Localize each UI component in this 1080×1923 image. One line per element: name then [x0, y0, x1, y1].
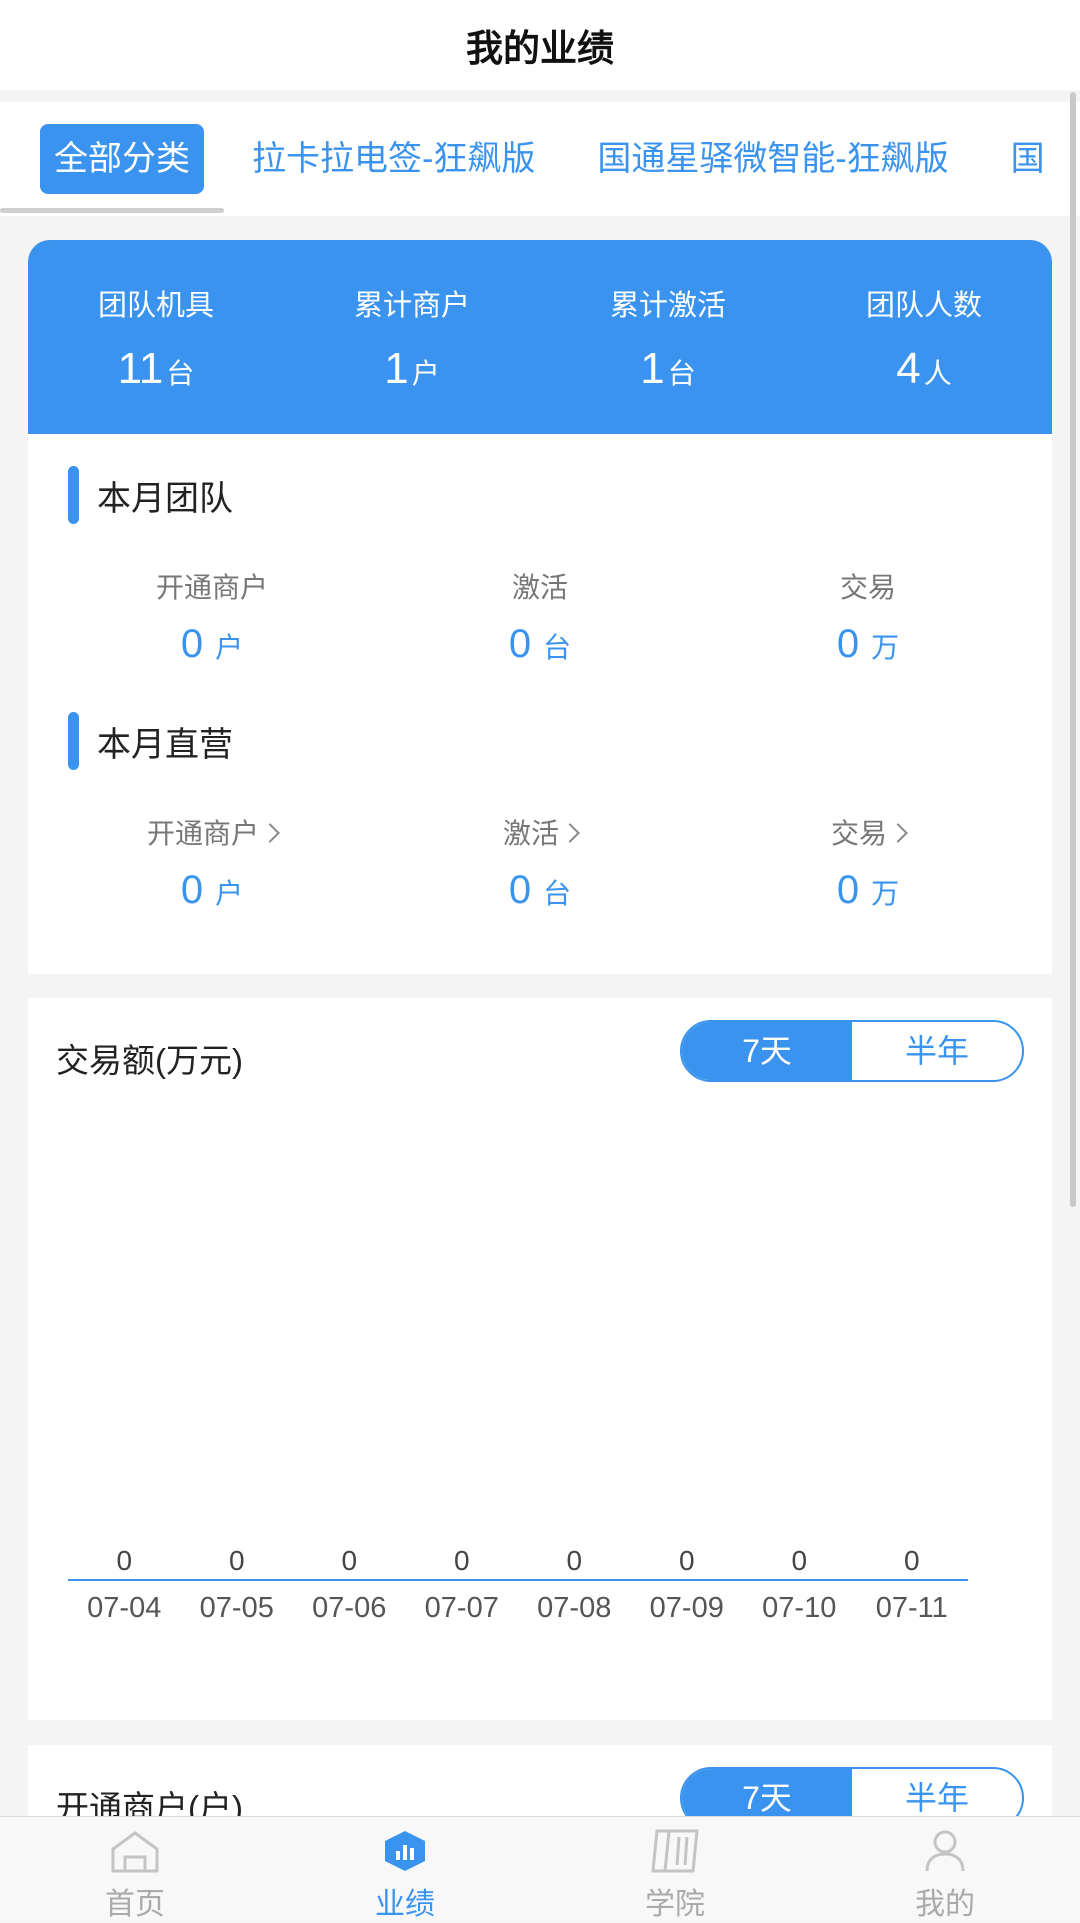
team-month-metrics: 开通商户 0户 激活 0台 交易 0万 [28, 566, 1052, 667]
stat-unit: 人 [923, 358, 952, 389]
chart-x-tick-label: 07-08 [537, 1592, 611, 1624]
direct-month-metrics: 开通商户 0户 激活 0台 交易 0万 [28, 812, 1052, 913]
bottom-navigation: 首页 业绩 学院 我的 [0, 1816, 1080, 1921]
transaction-chart-card: 0 07-04 0 07-05 0 07-06 0 07-07 0 07-08 0 07-09 0 07-… [28, 998, 1052, 1720]
tab-guotong[interactable]: 国通星驿微智能-狂飙版 [583, 124, 962, 194]
metric-transactions: 交易 0万 [704, 566, 1032, 667]
nav-label: 首页 [105, 1888, 165, 1921]
section-title: 本月团队 [97, 479, 233, 518]
metric-value: 0 [836, 868, 860, 912]
metric-unit: 台 [543, 632, 572, 663]
stat-value: 1 [640, 344, 665, 393]
stat-team-members: 团队人数 4人 [796, 240, 1052, 434]
home-icon [109, 1829, 161, 1878]
chart-title: 交易额(万元) [56, 1042, 243, 1079]
tab-lakala[interactable]: 拉卡拉电签-狂飙版 [238, 124, 549, 194]
metric-activations: 激活 0台 [376, 566, 704, 667]
chart-data-label: 0 [904, 1545, 920, 1576]
nav-label: 学院 [645, 1888, 705, 1921]
chevron-right-icon [888, 823, 908, 843]
header-bar: 我的业绩 [0, 0, 1080, 90]
stat-team-devices: 团队机具 11 台 [28, 240, 284, 434]
direct-activations-link[interactable]: 激活 0台 [376, 812, 704, 913]
nav-academy[interactable]: 学院 [540, 1817, 810, 1921]
stat-unit: 户 [411, 358, 440, 389]
chart-data-label: 0 [116, 1545, 132, 1576]
stat-value: 1 [384, 344, 409, 393]
nav-label: 业绩 [375, 1888, 435, 1921]
performance-icon [382, 1829, 428, 1878]
tab-all-categories[interactable]: 全部分类 [40, 124, 204, 194]
chart-data-label: 0 [229, 1545, 245, 1576]
stat-label: 累计商户 [353, 290, 470, 322]
metric-unit: 万 [871, 632, 900, 663]
chart-x-tick-label: 07-11 [876, 1592, 948, 1624]
chart-x-tick-label: 07-05 [200, 1592, 274, 1624]
nav-label: 我的 [915, 1888, 975, 1921]
section-marker [68, 712, 79, 770]
nav-home[interactable]: 首页 [0, 1817, 270, 1921]
team-month-heading: 本月团队 [68, 466, 233, 524]
chart-data-label: 0 [341, 1545, 357, 1576]
metric-label: 开通商户 [155, 572, 268, 603]
metric-unit: 户 [215, 632, 244, 663]
toggle-half-year[interactable]: 半年 [852, 1022, 1022, 1080]
metric-unit: 户 [215, 878, 244, 909]
metric-label: 激活 [511, 572, 568, 603]
toggle-7-days[interactable]: 7天 [682, 1022, 852, 1080]
chart-x-tick-label: 07-10 [762, 1592, 836, 1624]
chevron-right-icon [560, 823, 580, 843]
chart-x-tick-label: 07-04 [87, 1592, 161, 1624]
tab-more[interactable]: 国 [997, 124, 1059, 194]
chart-data-label: 0 [454, 1545, 470, 1576]
metric-unit: 台 [543, 878, 572, 909]
chart-x-tick-label: 07-06 [312, 1592, 386, 1624]
chevron-right-icon [260, 823, 280, 843]
summary-stats-card: 团队机具 11 台 累计商户 1户 累计激活 1台 团队人数 4人 [28, 240, 1052, 434]
metric-label: 交易 [830, 818, 887, 849]
stat-total-activations: 累计激活 1台 [540, 240, 796, 434]
stat-value: 4 [896, 344, 921, 393]
direct-new-merchants-link[interactable]: 开通商户 0户 [48, 812, 376, 913]
chart-x-tick-label: 07-09 [650, 1592, 724, 1624]
metric-new-merchants: 开通商户 0户 [48, 566, 376, 667]
metric-value: 0 [180, 622, 204, 666]
direct-month-heading: 本月直营 [68, 712, 233, 770]
stat-total-merchants: 累计商户 1户 [284, 240, 540, 434]
section-title: 本月直营 [97, 725, 233, 764]
chart-data-label: 0 [791, 1545, 807, 1576]
transaction-chart: 0 07-04 0 07-05 0 07-06 0 07-07 0 07-08 0 07-09 0 07-… [68, 1545, 968, 1624]
metric-unit: 万 [871, 878, 900, 909]
academy-icon [649, 1829, 701, 1878]
profile-icon [923, 1829, 967, 1878]
section-marker [68, 466, 79, 524]
nav-profile[interactable]: 我的 [810, 1817, 1080, 1921]
period-toggle[interactable]: 7天 半年 [680, 1020, 1024, 1082]
chart-x-tick-label: 07-07 [425, 1592, 499, 1624]
page-title: 我的业绩 [466, 28, 614, 69]
stat-unit: 台 [166, 358, 195, 389]
chart-data-label: 0 [679, 1545, 695, 1576]
metric-value: 0 [508, 868, 532, 912]
stat-label: 团队机具 [97, 290, 214, 322]
page-scrollbar[interactable] [1070, 92, 1076, 1207]
metric-value: 0 [836, 622, 860, 666]
category-tabs[interactable]: 全部分类 拉卡拉电签-狂飙版 国通星驿微智能-狂飙版 国 [0, 102, 1080, 216]
stat-label: 团队人数 [865, 290, 982, 322]
metric-label: 激活 [502, 818, 559, 849]
nav-performance[interactable]: 业绩 [270, 1817, 540, 1921]
stat-label: 累计激活 [609, 290, 726, 322]
stat-value: 11 [117, 344, 164, 393]
metric-value: 0 [180, 868, 204, 912]
metric-value: 0 [508, 622, 532, 666]
direct-transactions-link[interactable]: 交易 0万 [704, 812, 1032, 913]
chart-data-label: 0 [566, 1545, 582, 1576]
monthly-summary-card: 本月团队 开通商户 0户 激活 0台 交易 0万 本月直营 开通商户 0户 激活… [28, 434, 1052, 974]
metric-label: 开通商户 [146, 818, 259, 849]
metric-label: 交易 [839, 572, 896, 603]
tabs-scroll-indicator[interactable] [0, 208, 224, 213]
stat-unit: 台 [667, 358, 696, 389]
